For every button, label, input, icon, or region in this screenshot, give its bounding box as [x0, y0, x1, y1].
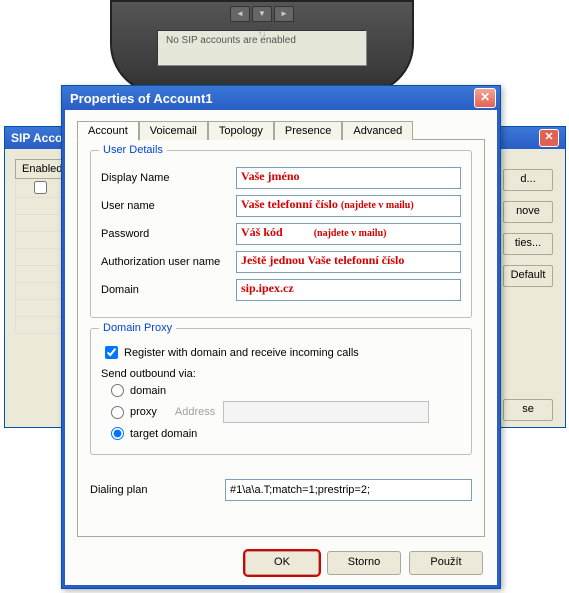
phone-btn-down[interactable]: ▼ — [252, 6, 272, 22]
table-row — [15, 215, 65, 232]
address-input — [223, 401, 429, 423]
dialing-plan-label: Dialing plan — [90, 484, 225, 496]
table-row — [15, 283, 65, 300]
domain-proxy-group: Domain Proxy Register with domain and re… — [90, 328, 472, 455]
tab-voicemail[interactable]: Voicemail — [139, 121, 208, 140]
phone-device: ◄ ▼ ► No SIP accounts are enabled — [110, 0, 414, 94]
properties-dialog: Properties of Account1 ✕ Account Voicema… — [61, 85, 501, 589]
domain-label: Domain — [101, 284, 236, 296]
tab-strip: Account Voicemail Topology Presence Adva… — [77, 121, 485, 140]
tab-advanced[interactable]: Advanced — [342, 121, 413, 140]
remove-button[interactable]: nove — [503, 201, 553, 223]
table-row — [15, 232, 65, 249]
titlebar: Properties of Account1 ✕ — [62, 86, 500, 110]
display-name-input[interactable]: Vaše jméno — [236, 167, 461, 189]
user-details-legend: User Details — [99, 144, 167, 156]
dialing-plan-input[interactable] — [225, 479, 472, 501]
radio-proxy[interactable] — [111, 406, 124, 419]
phone-screen: No SIP accounts are enabled — [157, 30, 367, 66]
properties-button[interactable]: ties... — [503, 233, 553, 255]
close-button[interactable]: se — [503, 399, 553, 421]
pouzit-button[interactable]: Použít — [409, 551, 483, 575]
domain-proxy-legend: Domain Proxy — [99, 322, 176, 334]
dialog-button-row: OK Storno Použít — [245, 551, 483, 575]
address-label: Address — [175, 406, 215, 418]
auth-user-input[interactable]: Ještě jednou Vaše telefonní číslo — [236, 251, 461, 273]
table-row — [15, 300, 65, 317]
enabled-checkbox-cell[interactable] — [15, 181, 65, 198]
auth-user-label: Authorization user name — [101, 256, 236, 268]
tab-topology[interactable]: Topology — [208, 121, 274, 140]
ok-button[interactable]: OK — [245, 551, 319, 575]
domain-input[interactable]: sip.ipex.cz — [236, 279, 461, 301]
username-label: User name — [101, 200, 236, 212]
username-input[interactable]: Vaše telefonní číslo (najdete v mailu) — [236, 195, 461, 217]
phone-btn-left[interactable]: ◄ — [230, 6, 250, 22]
phone-button-row: ◄ ▼ ► — [112, 2, 412, 22]
radio-domain[interactable] — [111, 384, 124, 397]
password-label: Password — [101, 228, 236, 240]
tab-account[interactable]: Account — [77, 121, 139, 141]
table-row — [15, 317, 65, 334]
user-details-group: User Details Display Name Vaše jméno Use… — [90, 150, 472, 318]
table-row — [15, 249, 65, 266]
dialog-body: Account Voicemail Topology Presence Adva… — [62, 110, 500, 588]
dialog-title: Properties of Account1 — [70, 91, 213, 106]
phone-status: No SIP accounts are enabled — [166, 35, 296, 46]
radio-target-label: target domain — [130, 428, 197, 440]
default-button[interactable]: Default — [503, 265, 553, 287]
add-button[interactable]: d... — [503, 169, 553, 191]
table-row — [15, 198, 65, 215]
tab-presence[interactable]: Presence — [274, 121, 342, 140]
table-row — [15, 266, 65, 283]
enabled-checkbox[interactable] — [34, 181, 47, 194]
radio-domain-label: domain — [130, 385, 166, 397]
close-icon[interactable]: ✕ — [539, 129, 559, 147]
storno-button[interactable]: Storno — [327, 551, 401, 575]
phone-btn-right[interactable]: ► — [274, 6, 294, 22]
password-input[interactable]: Váš kód (najdete v mailu) — [236, 223, 461, 245]
send-outbound-label: Send outbound via: — [101, 368, 461, 380]
register-checkbox[interactable] — [105, 346, 118, 359]
radio-target-domain[interactable] — [111, 427, 124, 440]
close-icon[interactable]: ✕ — [474, 88, 496, 108]
display-name-label: Display Name — [101, 172, 236, 184]
register-label: Register with domain and receive incomin… — [124, 347, 359, 359]
radio-proxy-label: proxy — [130, 406, 157, 418]
tab-panel-account: User Details Display Name Vaše jméno Use… — [77, 139, 485, 537]
